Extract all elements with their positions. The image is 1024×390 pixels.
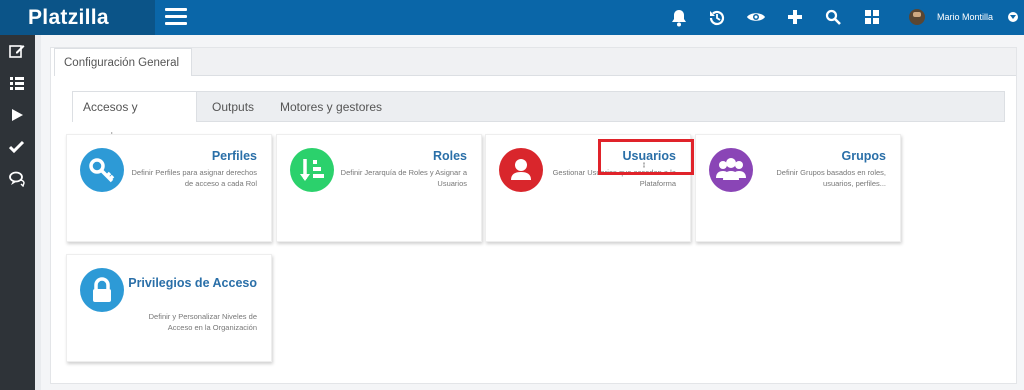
user-name[interactable]: Mario Montilla <box>937 12 993 22</box>
subtab-accesos-permisos[interactable]: Accesos y permisos <box>73 92 197 144</box>
eye-icon[interactable] <box>746 8 766 28</box>
lock-icon <box>80 268 124 312</box>
card-privilegios-acceso[interactable]: Privilegios de Acceso Definir y Personal… <box>66 254 272 362</box>
subtab-bar: Accesos y permisos Outputs Motores y ges… <box>72 91 1005 144</box>
grid-icon[interactable] <box>862 8 882 28</box>
plus-icon[interactable] <box>785 8 805 28</box>
search-icon[interactable] <box>823 8 843 28</box>
chevron-down-icon[interactable] <box>1008 12 1018 22</box>
card-description: Definir Jerarquía de Roles y Asignar a U… <box>340 168 467 188</box>
top-bar: Platzilla Mario Montilla <box>0 0 1024 35</box>
card-description: Definir Grupos basados en roles, usuario… <box>776 168 886 188</box>
main-tab-strip <box>192 48 1016 76</box>
subtab-motores-gestores[interactable]: Motores y gestores <box>270 92 392 122</box>
card-title[interactable]: Usuarios <box>623 149 677 163</box>
menu-toggle-button[interactable] <box>165 8 187 28</box>
brand-area[interactable]: Platzilla <box>0 0 155 35</box>
history-icon[interactable] <box>707 8 727 28</box>
key-icon <box>80 148 124 192</box>
avatar[interactable] <box>907 7 927 27</box>
check-icon[interactable] <box>8 139 25 155</box>
user-icon <box>499 148 543 192</box>
card-roles[interactable]: Roles Definir Jerarquía de Roles y Asign… <box>276 134 482 242</box>
brand-logo: Platzilla <box>28 6 109 29</box>
card-description: Definir Perfiles para asignar derechos d… <box>131 168 257 188</box>
card-title[interactable]: Privilegios de Acceso <box>127 275 257 291</box>
card-usuarios[interactable]: Usuarios Gestionar Usuarios que acceden … <box>485 134 691 242</box>
card-description: Gestionar Usuarios que acceden a la Plat… <box>552 168 676 188</box>
left-rail <box>0 35 35 390</box>
bell-icon[interactable] <box>669 8 689 28</box>
list-icon[interactable] <box>9 75 25 91</box>
card-perfiles[interactable]: Perfiles Definir Perfiles para asignar d… <box>66 134 272 242</box>
card-title[interactable]: Perfiles <box>212 149 257 163</box>
card-title[interactable]: Roles <box>433 149 467 163</box>
sort-list-icon <box>290 148 334 192</box>
chat-icon[interactable] <box>9 171 25 188</box>
play-icon[interactable] <box>9 107 25 123</box>
text-cursor-icon <box>643 162 645 168</box>
group-icon <box>709 148 753 192</box>
tab-configuracion-general[interactable]: Configuración General <box>54 48 192 76</box>
card-grupos[interactable]: Grupos Definir Grupos basados en roles, … <box>695 134 901 242</box>
edit-icon[interactable] <box>9 43 25 59</box>
card-description: Definir y Personalizar Niveles de Acceso… <box>148 312 257 332</box>
subtab-outputs[interactable]: Outputs <box>202 92 264 122</box>
card-title[interactable]: Grupos <box>842 149 886 163</box>
